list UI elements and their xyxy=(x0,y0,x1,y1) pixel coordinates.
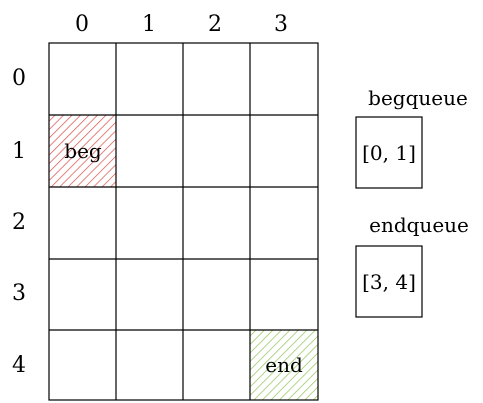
end-cell-label: end xyxy=(265,353,303,377)
row-label-1: 1 xyxy=(12,139,26,164)
column-label-0: 0 xyxy=(75,12,89,37)
column-label-1: 1 xyxy=(142,12,156,37)
row-labels: 0 1 2 3 4 xyxy=(12,66,26,378)
beg-cell-label: beg xyxy=(64,139,102,163)
endqueue-panel: endqueue [3, 4] xyxy=(355,213,469,318)
row-label-0: 0 xyxy=(12,66,26,91)
column-label-3: 3 xyxy=(274,12,288,37)
begqueue-title: begqueue xyxy=(368,86,468,110)
grid-diagram: 0 1 2 3 0 1 2 3 4 beg end begqueue [0, 1… xyxy=(12,12,469,401)
column-labels: 0 1 2 3 xyxy=(75,12,288,37)
endqueue-title: endqueue xyxy=(369,213,469,237)
endqueue-value: [3, 4] xyxy=(362,270,416,294)
row-label-2: 2 xyxy=(12,210,26,235)
row-label-3: 3 xyxy=(12,281,26,306)
begqueue-value: [0, 1] xyxy=(362,141,416,165)
row-label-4: 4 xyxy=(12,353,26,378)
begqueue-panel: begqueue [0, 1] xyxy=(355,86,468,189)
column-label-2: 2 xyxy=(208,12,222,37)
